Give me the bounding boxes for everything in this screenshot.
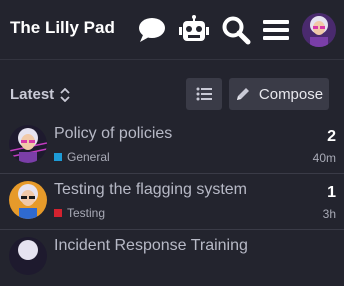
sort-chevron-icon: [60, 87, 70, 102]
user-avatar[interactable]: [302, 13, 336, 47]
topic-age[interactable]: 40m: [313, 151, 336, 165]
latest-filter-dropdown[interactable]: Latest: [10, 86, 70, 103]
category-label: Testing: [67, 206, 106, 220]
latest-filter-label: Latest: [10, 86, 55, 103]
reply-count[interactable]: 2: [327, 128, 336, 146]
bulk-select-button[interactable]: [186, 78, 222, 110]
topic-title[interactable]: Testing the flagging system: [54, 181, 247, 199]
hamburger-menu-icon[interactable]: [260, 14, 292, 46]
compose-label: Compose: [258, 85, 324, 103]
list-icon: [196, 87, 212, 101]
category-color-square: [54, 153, 62, 161]
site-header: The Lilly Pad: [0, 0, 344, 60]
topic-row[interactable]: Incident Response Training: [0, 230, 344, 286]
robot-icon[interactable]: [178, 14, 210, 46]
category-badge[interactable]: General: [54, 150, 110, 164]
site-title[interactable]: The Lilly Pad: [10, 18, 115, 38]
chat-icon[interactable]: [136, 14, 168, 46]
poster-avatar[interactable]: [9, 181, 47, 219]
category-label: General: [67, 150, 110, 164]
topic-list-controls: Latest Compose: [0, 60, 344, 118]
topic-title[interactable]: Policy of policies: [54, 125, 172, 143]
topic-row[interactable]: Policy of policies General 2 40m: [0, 118, 344, 174]
pencil-icon: [236, 88, 249, 100]
search-icon[interactable]: [220, 14, 252, 46]
topic-row[interactable]: Testing the flagging system Testing 1 3h: [0, 174, 344, 230]
compose-button[interactable]: Compose: [229, 78, 329, 110]
category-color-square: [54, 209, 62, 217]
reply-count[interactable]: 1: [327, 184, 336, 202]
category-badge[interactable]: Testing: [54, 206, 105, 220]
topic-title[interactable]: Incident Response Training: [54, 237, 248, 255]
poster-avatar[interactable]: [9, 237, 47, 275]
poster-avatar[interactable]: [9, 125, 47, 163]
topic-age[interactable]: 3h: [323, 207, 336, 221]
